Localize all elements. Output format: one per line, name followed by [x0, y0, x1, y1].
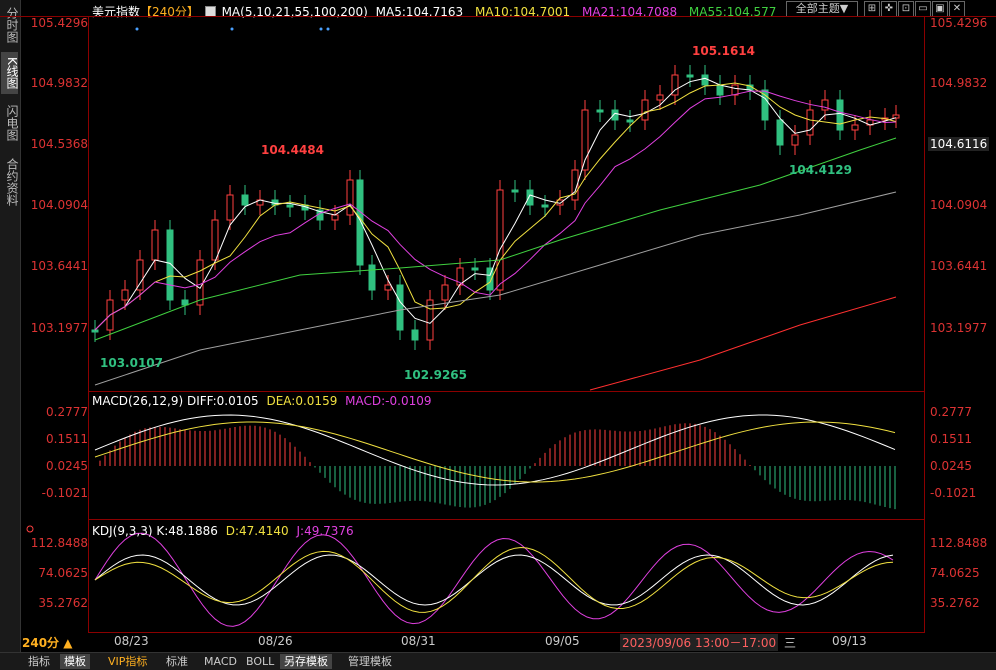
annotation-low-3: 104.4129: [789, 163, 853, 177]
macd-axis-left-2: 0.1511: [46, 432, 88, 446]
macd-value: MACD:-0.0109: [345, 394, 432, 408]
tab-boll[interactable]: BOLL: [242, 654, 278, 669]
candlesticks: [91, 65, 900, 350]
macd-axis-left-1: 0.2777: [46, 405, 88, 419]
annotation-low-2: 102.9265: [404, 368, 468, 382]
kdj-j: J:49.7376: [296, 524, 354, 538]
kdj-params: KDJ(9,3,3): [92, 524, 153, 538]
price-label-right-4: 104.0904: [930, 198, 988, 212]
tab-macd[interactable]: MACD: [200, 654, 241, 669]
macd-histogram: [99, 423, 896, 510]
price-label-left-6: 103.1977: [30, 321, 88, 335]
price-label-right-2: 104.9832: [930, 76, 988, 90]
kdj-lines: [94, 532, 894, 627]
kdj-axis-right-1: 112.8488: [930, 536, 988, 550]
macd-params: MACD(26,12,9): [92, 394, 184, 408]
macd-axis-right-3: 0.0245: [930, 459, 972, 473]
date-label-4: 09/05: [545, 634, 580, 648]
price-label-right-6: 103.1977: [930, 321, 988, 335]
macd-axis-left-3: 0.0245: [46, 459, 88, 473]
price-label-left-2: 104.9832: [30, 76, 88, 90]
event-markers: [135, 27, 330, 31]
macd-axis-right-4: -0.1021: [930, 486, 977, 500]
date-label-3: 08/31: [401, 634, 436, 648]
date-label-2: 08/26: [258, 634, 293, 648]
tab-manage-template[interactable]: 管理模板: [344, 654, 396, 669]
kdj-header: KDJ(9,3,3) K:48.1886 D:47.4140 J:49.7376: [92, 524, 354, 538]
kdj-axis-left-3: 35.2762: [38, 596, 88, 610]
price-label-right-1: 105.4296: [930, 16, 988, 30]
macd-dea: DEA:0.0159: [266, 394, 338, 408]
current-price-label: 104.6116: [928, 137, 990, 151]
kdj-axis-left-1: 112.8488: [30, 536, 88, 550]
kdj-axis-right-3: 35.2762: [930, 596, 980, 610]
tab-save-template[interactable]: 另存模板: [280, 654, 332, 669]
macd-axis-left-4: -0.1021: [41, 486, 88, 500]
tab-standard[interactable]: 标准: [162, 654, 192, 669]
period-selector[interactable]: 240分 ▲: [22, 634, 72, 651]
annotation-high-2: 104.4484: [261, 143, 325, 157]
kdj-settings-icon: [26, 525, 34, 533]
kdj-axis-right-2: 74.0625: [930, 566, 980, 580]
kdj-axis-left-2: 74.0625: [38, 566, 88, 580]
date-label-5: 09/13: [832, 634, 867, 648]
kdj-d: D:47.4140: [225, 524, 289, 538]
tab-template[interactable]: 模板: [60, 654, 90, 669]
price-label-left-5: 103.6441: [30, 259, 88, 273]
price-label-right-5: 103.6441: [930, 259, 988, 273]
tab-indicator[interactable]: 指标: [24, 654, 54, 669]
price-label-left-4: 104.0904: [30, 198, 88, 212]
tab-vip-indicator[interactable]: VIP指标: [104, 654, 151, 669]
annotation-low-1: 103.0107: [100, 356, 164, 370]
cursor-menu-icon[interactable]: 三: [784, 634, 796, 651]
macd-axis-right-1: 0.2777: [930, 405, 972, 419]
annotation-high-1: 105.1614: [692, 44, 756, 58]
date-label-1: 08/23: [114, 634, 149, 648]
kdj-k: K:48.1886: [156, 524, 218, 538]
price-label-left-3: 104.5368: [30, 137, 88, 151]
macd-axis-right-2: 0.1511: [930, 432, 972, 446]
chart-canvas[interactable]: [0, 0, 996, 669]
macd-header: MACD(26,12,9) DIFF:0.0105 DEA:0.0159 MAC…: [92, 394, 432, 408]
bottom-toolbar: 指标 模板 VIP指标 标准 MACD BOLL 另存模板 管理模板: [0, 652, 996, 670]
macd-diff: DIFF:0.0105: [186, 394, 259, 408]
price-label-left-1: 105.4296: [30, 16, 88, 30]
cursor-time-label: 2023/09/06 13:00－17:00: [620, 634, 779, 651]
